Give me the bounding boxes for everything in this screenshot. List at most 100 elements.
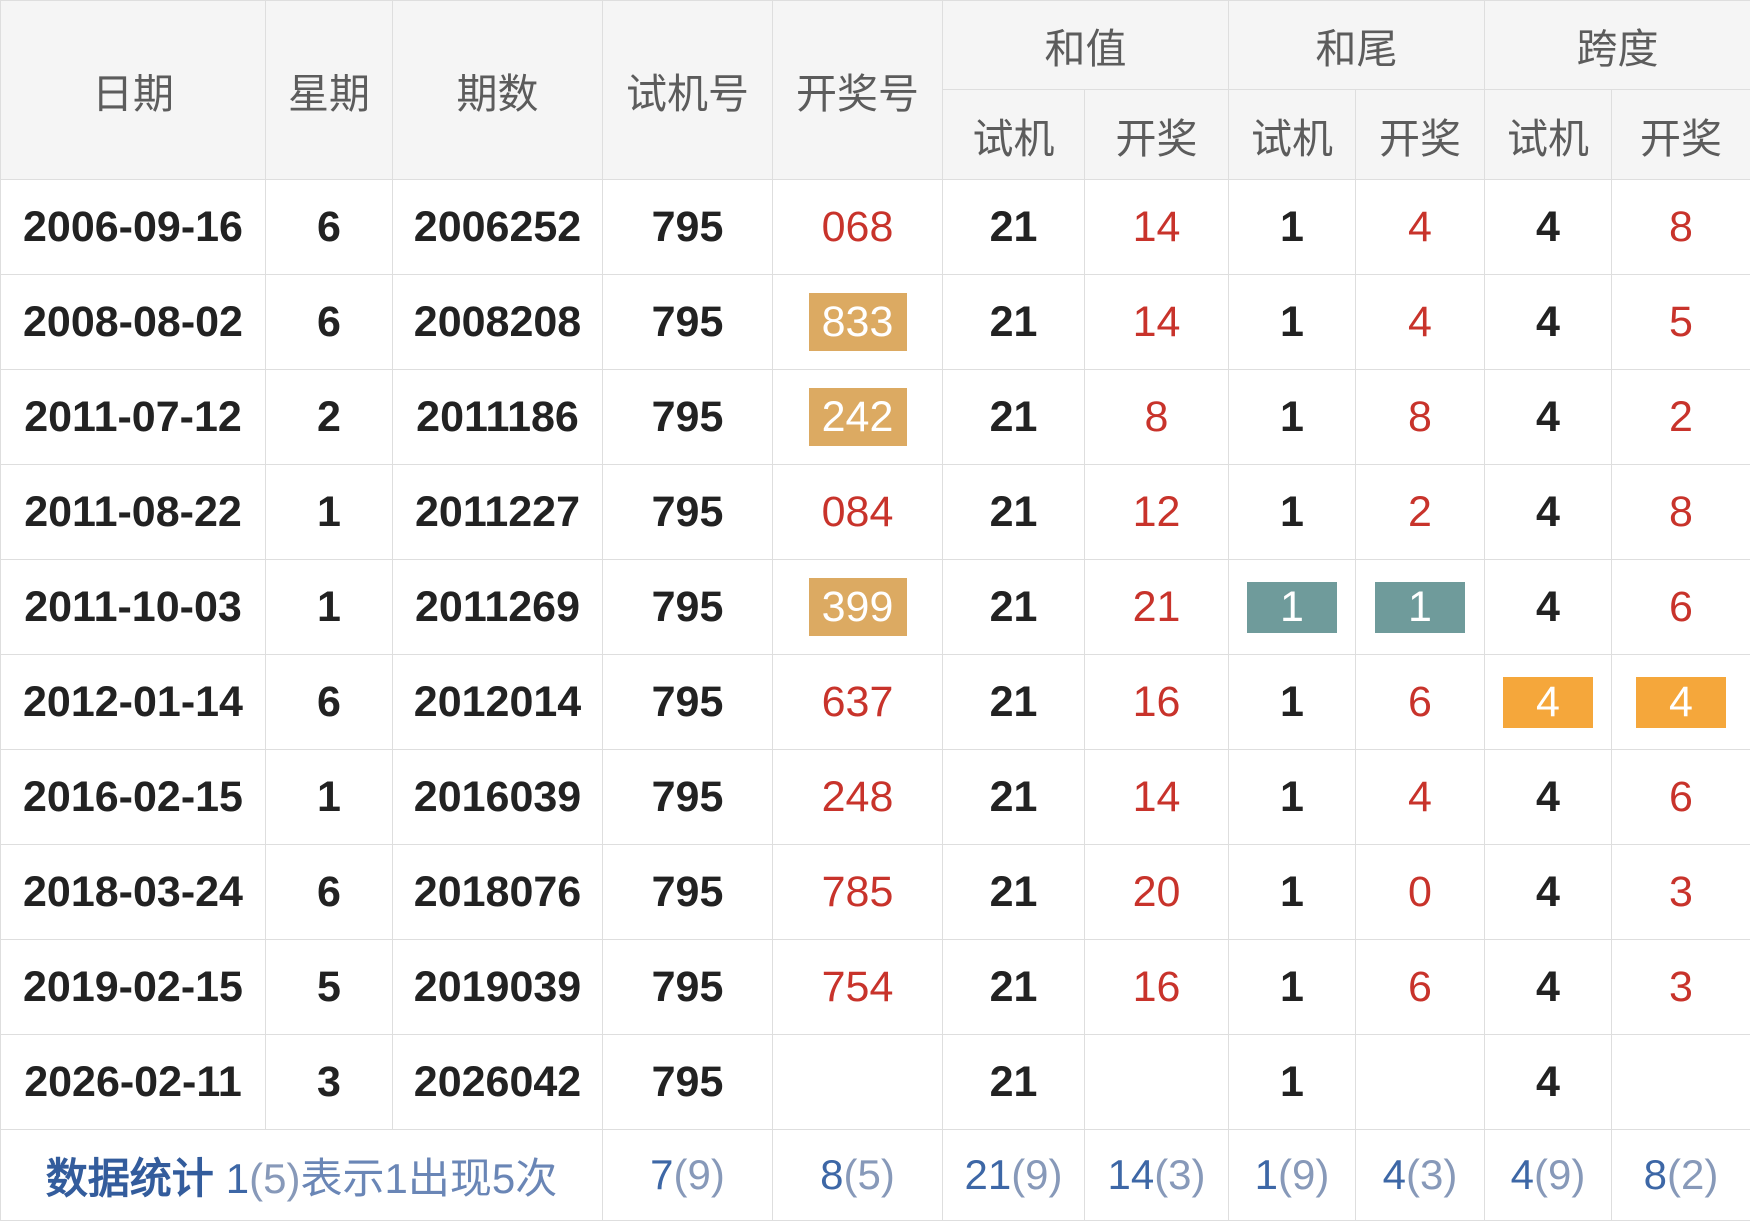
stats-sum-draw: 14(3) xyxy=(1084,1129,1229,1221)
table-row: 2011-08-22 1 2011227 795 084 21 12 1 2 4 8 xyxy=(0,464,1750,560)
header-row-top: 日期 星期 期数 试机号 开奖号 和值 和尾 跨度 xyxy=(0,0,1750,180)
header-tail-trial: 试机 xyxy=(1228,89,1356,180)
span-draw-highlight: 4 xyxy=(1636,677,1726,729)
sum-trial-value: 21 xyxy=(989,772,1038,821)
trial-number-cell: 795 xyxy=(602,939,773,1035)
span-trial-cell: 4 xyxy=(1484,274,1612,370)
sum-trial-value: 21 xyxy=(989,677,1038,726)
weekday-value: 1 xyxy=(317,487,341,536)
tail-trial-value: 1 xyxy=(1280,1057,1304,1106)
date-value: 2018-03-24 xyxy=(23,867,243,916)
date-value: 2026-02-11 xyxy=(24,1057,242,1106)
date-value: 2012-01-14 xyxy=(23,677,243,726)
sum-trial-cell: 21 xyxy=(942,559,1085,655)
tail-trial-value: 1 xyxy=(1280,202,1304,251)
span-trial-value: 4 xyxy=(1536,392,1560,441)
tail-draw-value: 4 xyxy=(1408,772,1432,821)
header-span: 跨度 xyxy=(1484,0,1750,90)
date-value: 2011-08-22 xyxy=(24,487,242,536)
tail-draw-value: 8 xyxy=(1408,392,1432,441)
table-row: 2026-02-11 3 2026042 795 21 1 4 xyxy=(0,1034,1750,1130)
table-row: 2008-08-02 6 2008208 795 833 21 14 1 4 4 5 xyxy=(0,274,1750,370)
stats-draw-number: 8(5) xyxy=(772,1129,943,1221)
trial-number-value: 795 xyxy=(651,772,724,821)
sum-draw-cell: 20 xyxy=(1084,844,1229,940)
span-trial-cell: 4 xyxy=(1484,464,1612,560)
trial-number-value: 795 xyxy=(651,1057,724,1106)
stat-value: 8 xyxy=(1643,1151,1667,1198)
header-date: 日期 xyxy=(0,0,266,180)
weekday-value: 6 xyxy=(317,677,341,726)
sum-draw-cell: 16 xyxy=(1084,939,1229,1035)
table-row: 2016-02-15 1 2016039 795 248 21 14 1 4 4 6 xyxy=(0,749,1750,845)
trial-number-cell: 795 xyxy=(602,274,773,370)
date-cell: 2011-08-22 xyxy=(0,464,266,560)
tail-draw-cell: 6 xyxy=(1355,654,1485,750)
draw-number-cell: 785 xyxy=(772,844,943,940)
span-draw-cell: 2 xyxy=(1611,369,1750,465)
tail-draw-cell: 4 xyxy=(1355,749,1485,845)
date-cell: 2019-02-15 xyxy=(0,939,266,1035)
tail-trial-cell: 1 xyxy=(1228,274,1356,370)
draw-number-cell: 248 xyxy=(772,749,943,845)
sum-trial-cell: 21 xyxy=(942,464,1085,560)
trial-number-cell: 795 xyxy=(602,559,773,655)
tail-trial-value: 1 xyxy=(1280,867,1304,916)
weekday-value: 5 xyxy=(317,962,341,1011)
tail-draw-cell: 4 xyxy=(1355,179,1485,275)
issue-cell: 2006252 xyxy=(392,179,603,275)
weekday-value: 6 xyxy=(317,202,341,251)
legend-value: 1 xyxy=(225,1154,250,1202)
header-sum-tail: 和尾 xyxy=(1228,0,1485,90)
weekday-cell: 6 xyxy=(265,844,393,940)
span-trial-value: 4 xyxy=(1536,487,1560,536)
span-trial-value: 4 xyxy=(1536,202,1560,251)
date-cell: 2006-09-16 xyxy=(0,179,266,275)
tail-draw-cell: 0 xyxy=(1355,844,1485,940)
date-value: 2011-10-03 xyxy=(24,582,242,631)
sum-trial-cell: 21 xyxy=(942,1034,1085,1130)
date-cell: 2011-07-12 xyxy=(0,369,266,465)
issue-value: 2019039 xyxy=(413,962,582,1011)
table-footer: 数据统计 1(5)表示1出现5次 7(9) 8(5) 21(9) 14(3) 1(… xyxy=(0,1129,1750,1221)
draw-number-cell: 637 xyxy=(772,654,943,750)
date-cell: 2008-08-02 xyxy=(0,274,266,370)
stat-count: (2) xyxy=(1667,1151,1719,1198)
weekday-value: 6 xyxy=(317,867,341,916)
stat-count: (9) xyxy=(673,1151,725,1198)
span-draw-value: 5 xyxy=(1669,297,1693,346)
sum-draw-value: 16 xyxy=(1132,677,1181,726)
sum-trial-cell: 21 xyxy=(942,654,1085,750)
tail-trial-cell: 1 xyxy=(1228,179,1356,275)
issue-cell: 2008208 xyxy=(392,274,603,370)
date-value: 2019-02-15 xyxy=(23,962,243,1011)
span-draw-cell xyxy=(1611,1034,1750,1130)
date-value: 2011-07-12 xyxy=(24,392,242,441)
stat-count: (3) xyxy=(1154,1151,1206,1198)
stats-trial-number: 7(9) xyxy=(602,1129,773,1221)
draw-number-cell: 754 xyxy=(772,939,943,1035)
sum-draw-cell: 12 xyxy=(1084,464,1229,560)
header-weekday: 星期 xyxy=(265,0,393,180)
draw-number-cell: 833 xyxy=(772,274,943,370)
draw-number-value: 754 xyxy=(821,962,894,1011)
issue-cell: 2026042 xyxy=(392,1034,603,1130)
weekday-value: 1 xyxy=(317,582,341,631)
span-trial-value: 4 xyxy=(1536,867,1560,916)
stat-value: 14 xyxy=(1107,1151,1155,1198)
stats-row: 数据统计 1(5)表示1出现5次 7(9) 8(5) 21(9) 14(3) 1(… xyxy=(0,1129,1750,1221)
table-header: 日期 星期 期数 试机号 开奖号 和值 和尾 跨度 试机 开奖 试机 开奖 试机… xyxy=(0,0,1750,180)
weekday-cell: 1 xyxy=(265,464,393,560)
trial-number-value: 795 xyxy=(651,487,724,536)
issue-cell: 2018076 xyxy=(392,844,603,940)
tail-draw-value: 4 xyxy=(1408,202,1432,251)
header-sum-draw: 开奖 xyxy=(1084,89,1229,180)
sum-draw-cell: 14 xyxy=(1084,274,1229,370)
weekday-value: 2 xyxy=(317,392,341,441)
span-trial-cell: 4 xyxy=(1484,844,1612,940)
draw-number-value: 637 xyxy=(821,677,894,726)
tail-draw-value: 2 xyxy=(1408,487,1432,536)
sum-draw-value: 12 xyxy=(1132,487,1181,536)
tail-trial-cell: 1 xyxy=(1228,1034,1356,1130)
span-draw-cell: 6 xyxy=(1611,749,1750,845)
